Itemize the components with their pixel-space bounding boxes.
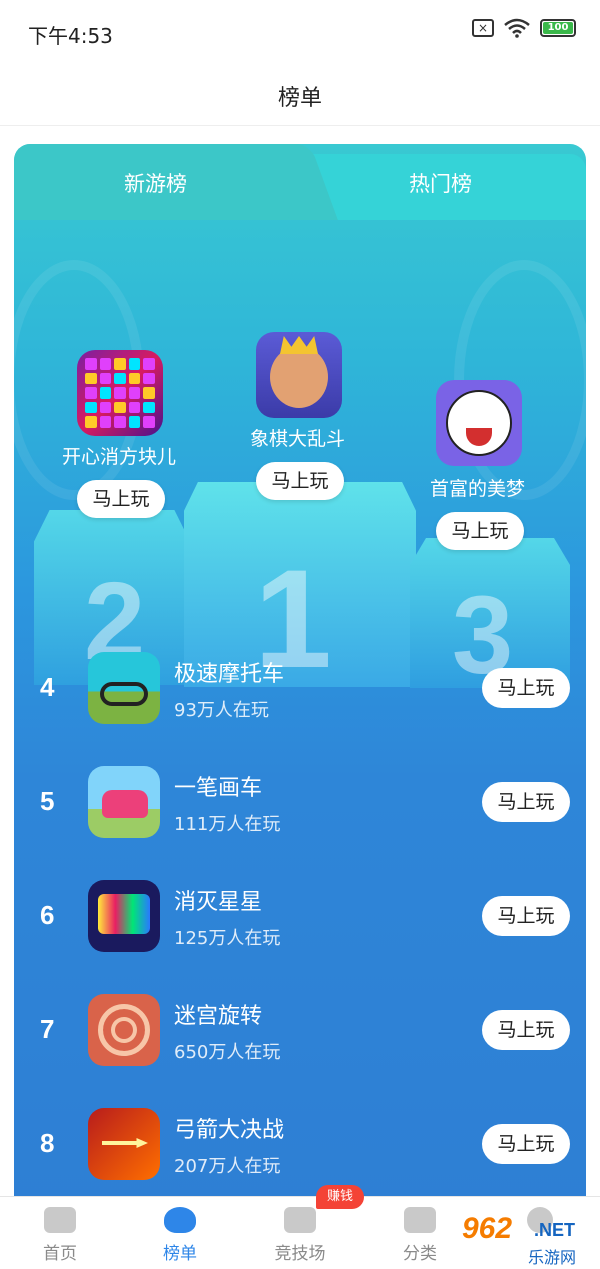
play-button[interactable]: 马上玩 (482, 896, 570, 936)
page-title: 榜单 (277, 86, 322, 111)
nav-arena-label: 竞技场 (274, 1244, 326, 1264)
status-icons: × 100 (472, 18, 576, 38)
rank-number: 5 (40, 786, 55, 816)
podium-name-3: 首富的美梦 (430, 478, 526, 500)
rank-number: 6 (40, 900, 55, 930)
list-item[interactable]: 7 迷宫旋转 650万人在玩 马上玩 (14, 982, 586, 1096)
watermark-site: 乐游网 (528, 1248, 577, 1267)
rank-number: 4 (40, 672, 55, 702)
category-grid-icon (404, 1207, 436, 1233)
ranking-tabs: 新游榜 热门榜 (14, 144, 586, 220)
rank-number: 7 (40, 1014, 55, 1044)
play-button-rank-3[interactable]: 马上玩 (436, 512, 524, 550)
arrow-icon[interactable] (88, 1108, 160, 1180)
rank-number: 8 (40, 1128, 55, 1158)
status-time: 下午4:53 (28, 24, 113, 48)
player-count: 125万人在玩 (174, 928, 281, 949)
nav-ranking[interactable]: 榜单 (120, 1197, 240, 1269)
watermark-number: 962 (462, 1212, 513, 1245)
block-puzzle-icon[interactable] (77, 350, 163, 436)
ranking-card: 新游榜 热门榜 2 1 3 开心消方块儿 象棋大乱斗 首富的美梦 马上玩 马上玩… (14, 144, 586, 1204)
pink-car-icon[interactable] (88, 766, 160, 838)
player-count: 111万人在玩 (174, 814, 281, 835)
nav-home-label: 首页 (43, 1244, 77, 1264)
play-button[interactable]: 马上玩 (482, 668, 570, 708)
battery-icon: 100 (540, 19, 576, 37)
wifi-icon (504, 18, 530, 38)
player-count: 93万人在玩 (174, 700, 269, 721)
play-button-rank-2[interactable]: 马上玩 (77, 480, 165, 518)
pop-star-icon[interactable] (88, 880, 160, 952)
tab-new-label[interactable]: 新游榜 (124, 168, 187, 198)
pk-icon (284, 1207, 316, 1233)
list-item[interactable]: 4 极速摩托车 93万人在玩 马上玩 (14, 640, 586, 754)
game-name: 弓箭大决战 (174, 1118, 285, 1143)
no-sim-icon: × (472, 19, 494, 37)
podium-name-2: 开心消方块儿 (62, 446, 177, 468)
game-name: 一笔画车 (174, 776, 263, 801)
motorbike-icon[interactable] (88, 652, 160, 724)
play-button-rank-1[interactable]: 马上玩 (256, 462, 344, 500)
play-button[interactable]: 马上玩 (482, 782, 570, 822)
gamepad-icon (44, 1207, 76, 1233)
watermark-net: .NET (534, 1220, 576, 1240)
play-button[interactable]: 马上玩 (482, 1124, 570, 1164)
podium-name-1: 象棋大乱斗 (250, 428, 346, 450)
player-count: 207万人在玩 (174, 1156, 281, 1177)
trophy-icon (164, 1207, 196, 1233)
player-count: 650万人在玩 (174, 1042, 281, 1063)
king-warrior-icon[interactable] (256, 332, 342, 418)
podium: 2 1 3 开心消方块儿 象棋大乱斗 首富的美梦 马上玩 马上玩 马上玩 (14, 220, 586, 697)
watermark-logo: 962 .NET 乐游网 (458, 1212, 598, 1267)
game-name: 消灭星星 (174, 890, 263, 915)
laughing-face-icon[interactable] (436, 380, 522, 466)
play-button[interactable]: 马上玩 (482, 1010, 570, 1050)
nav-home[interactable]: 首页 (0, 1197, 120, 1269)
title-bar: 榜单 (0, 64, 600, 126)
list-item[interactable]: 8 弓箭大决战 207万人在玩 马上玩 (14, 1096, 586, 1204)
status-bar: 下午4:53 × 100 (0, 0, 600, 64)
nav-ranking-label: 榜单 (163, 1244, 197, 1264)
tab-hot-label[interactable]: 热门榜 (409, 168, 472, 198)
list-item[interactable]: 6 消灭星星 125万人在玩 马上玩 (14, 868, 586, 982)
battery-level: 100 (543, 22, 573, 34)
list-item[interactable]: 5 一笔画车 111万人在玩 马上玩 (14, 754, 586, 868)
game-name: 极速摩托车 (174, 662, 285, 687)
game-name: 迷宫旋转 (174, 1004, 263, 1029)
earn-money-badge: 赚钱 (316, 1185, 364, 1209)
maze-icon[interactable] (88, 994, 160, 1066)
